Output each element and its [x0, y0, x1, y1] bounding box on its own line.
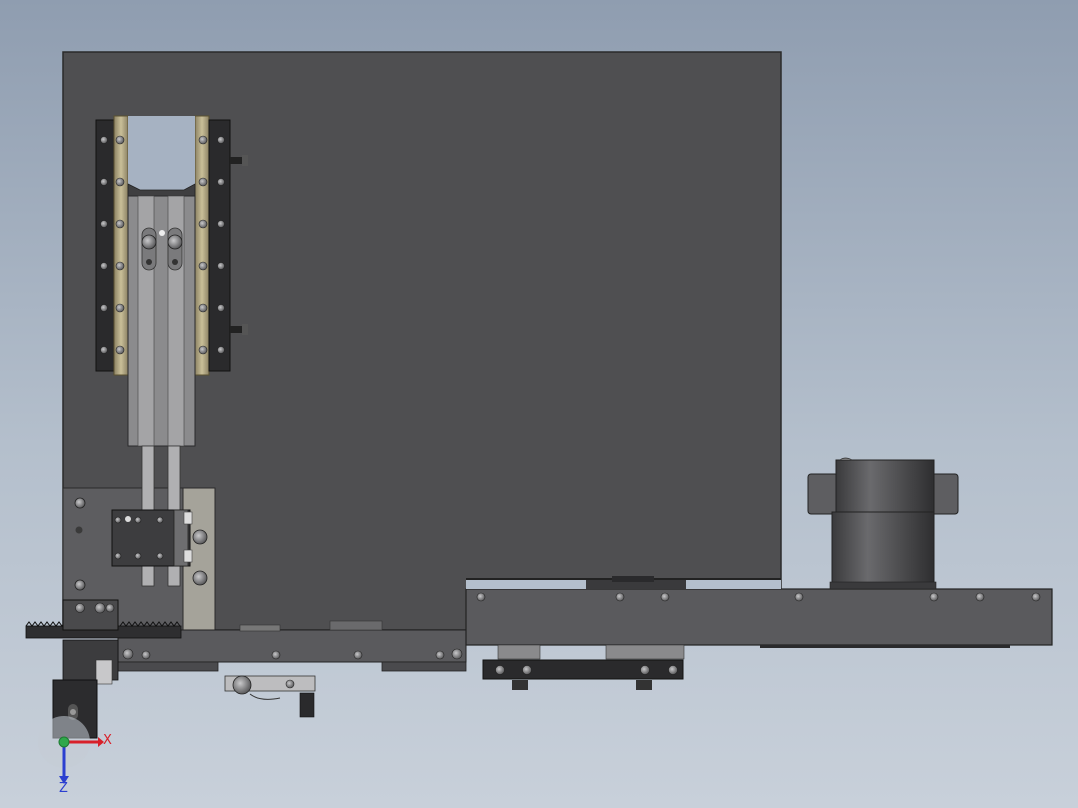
- clamp-block[interactable]: [111, 509, 193, 567]
- motor-housing[interactable]: [807, 457, 959, 590]
- cad-viewport[interactable]: X Z: [0, 0, 1078, 808]
- top-cutout: [127, 116, 196, 197]
- right-support-beam[interactable]: [465, 578, 1053, 648]
- under-beam-slider[interactable]: [482, 644, 685, 690]
- linear-guide-right[interactable]: [194, 115, 231, 376]
- coordinate-triad: X Z: [38, 716, 112, 796]
- cam-follower[interactable]: [224, 675, 316, 718]
- axis-z-label: Z: [59, 781, 68, 796]
- carriage-plate[interactable]: [127, 195, 196, 447]
- axis-x-label: X: [103, 733, 112, 748]
- left-end-block[interactable]: [62, 599, 119, 685]
- linear-guide-left[interactable]: [95, 115, 129, 376]
